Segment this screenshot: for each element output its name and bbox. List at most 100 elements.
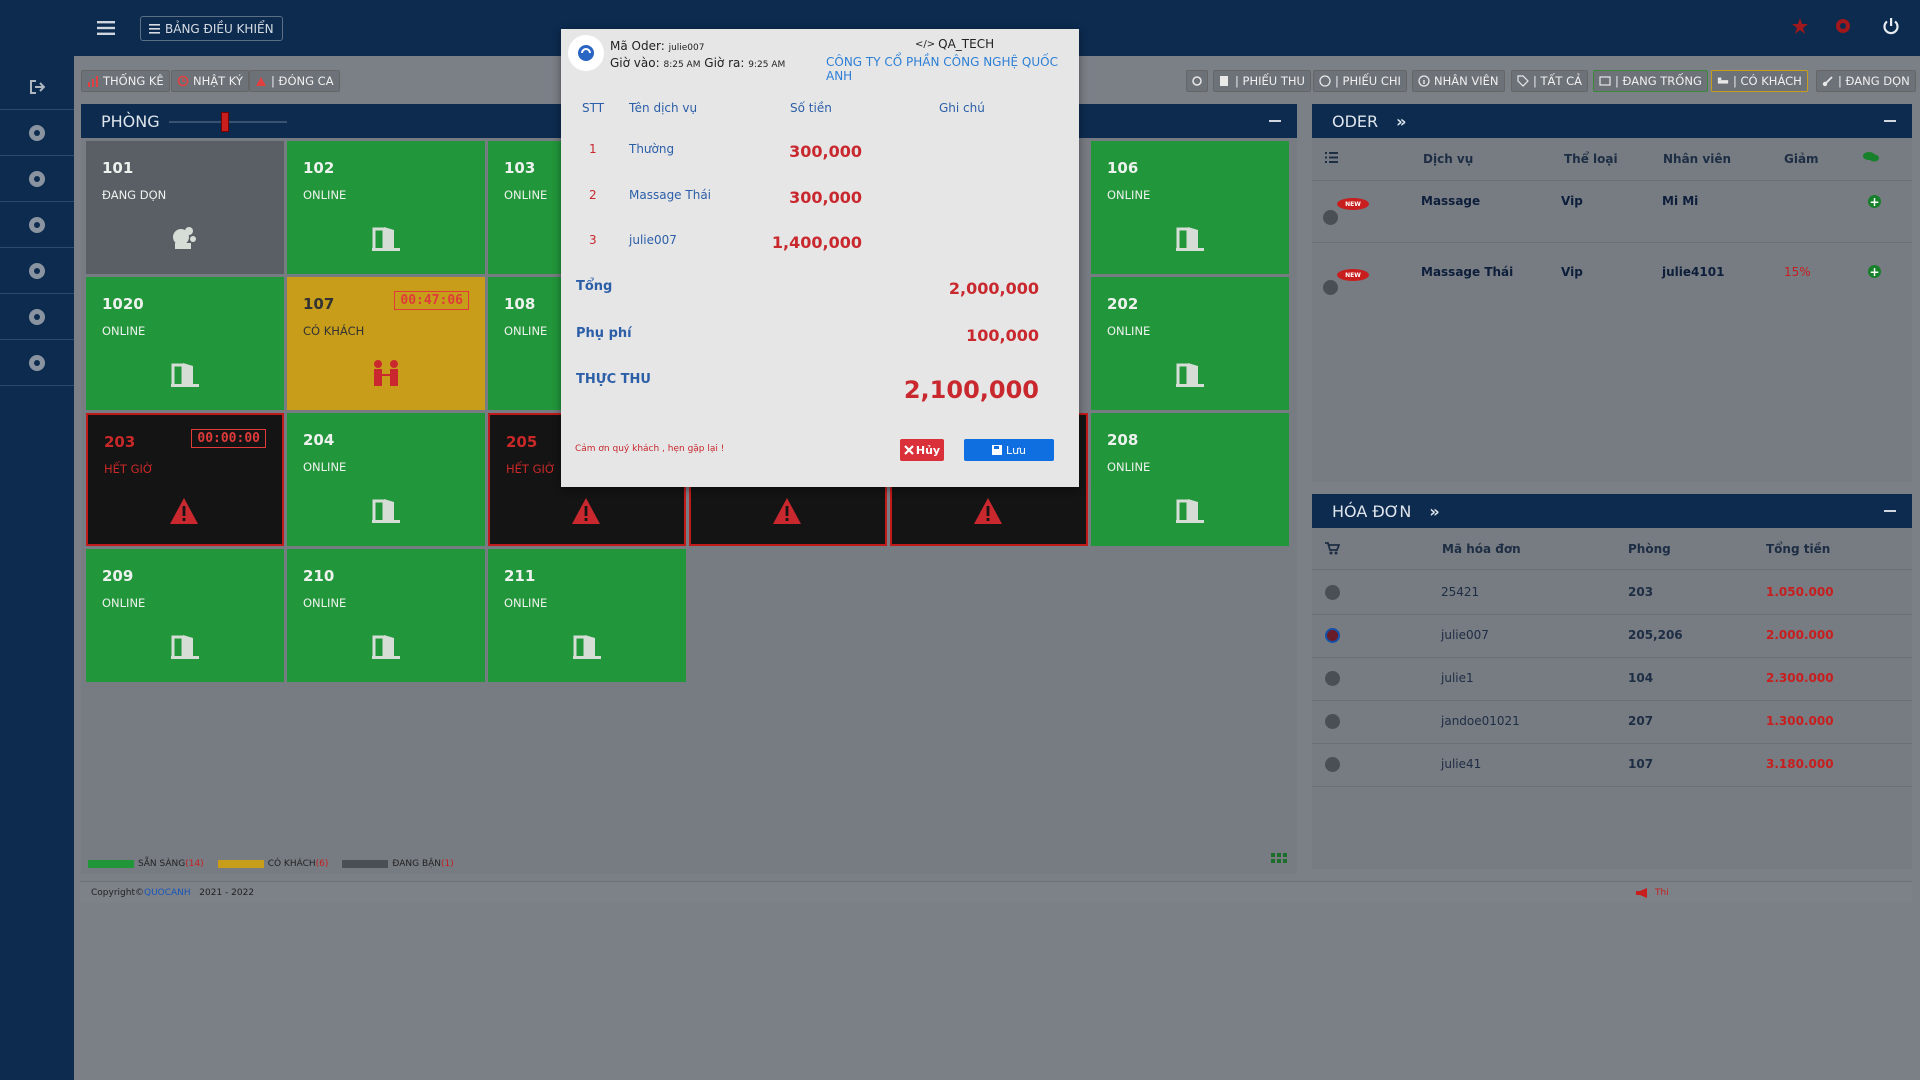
statistics-button[interactable]: THỐNG KÊ xyxy=(81,70,170,92)
close-shift-button[interactable]: | ĐÓNG CA xyxy=(249,70,340,92)
filter-occupied-button[interactable]: | CÓ KHÁCH xyxy=(1711,70,1808,92)
hamburger-menu-icon[interactable] xyxy=(96,18,116,38)
room-number: 202 xyxy=(1107,295,1139,313)
room-card[interactable]: 1020 ONLINE xyxy=(86,277,284,410)
rooms-panel-title: PHÒNG xyxy=(101,111,160,131)
row-radio[interactable] xyxy=(1323,280,1338,295)
chat-icon[interactable] xyxy=(1863,151,1879,163)
collapse-oder-icon[interactable] xyxy=(1884,120,1896,122)
broom-icon xyxy=(1822,75,1834,87)
room-status: ONLINE xyxy=(303,188,347,202)
expand-oder-icon[interactable]: » xyxy=(1396,112,1406,131)
legend-ready: SẴN SÀNG(14) xyxy=(88,859,204,869)
room-card[interactable]: 202 ONLINE xyxy=(1091,277,1289,410)
sidebar xyxy=(0,56,74,1080)
brand-link[interactable]: QUOCANH xyxy=(144,888,191,898)
compass-icon xyxy=(29,170,45,187)
history-icon xyxy=(177,75,189,87)
dashboard-button[interactable]: BẢNG ĐIỀU KHIỂN xyxy=(140,16,283,41)
fee-label: Phụ phí xyxy=(576,326,632,341)
door-open-icon xyxy=(1174,223,1206,253)
receipt-button[interactable]: | PHIẾU THU xyxy=(1213,70,1311,92)
filter-cleaning-button[interactable]: | ĐANG DỌN xyxy=(1816,70,1916,92)
room-status: ONLINE xyxy=(102,596,146,610)
sidebar-item-3[interactable] xyxy=(0,202,74,248)
room-card[interactable]: 203 HẾT GIỜ 00:00:00 xyxy=(86,413,284,546)
room-card[interactable]: 208 ONLINE xyxy=(1091,413,1289,546)
room-number: 203 xyxy=(104,433,136,451)
room-card[interactable]: 209 ONLINE xyxy=(86,549,284,682)
room-card[interactable]: 210 ONLINE xyxy=(287,549,485,682)
cleaning-hands-icon xyxy=(169,223,201,253)
save-button[interactable]: Lưu xyxy=(964,439,1054,461)
sidebar-item-1[interactable] xyxy=(0,110,74,156)
list-icon xyxy=(1325,152,1338,163)
expand-invoice-icon[interactable]: » xyxy=(1429,502,1439,521)
compass-icon xyxy=(29,354,45,371)
room-card[interactable]: 107 CÓ KHÁCH 00:47:06 xyxy=(287,277,485,410)
brand-line: </> QA_TECH xyxy=(915,37,995,51)
cancel-button[interactable]: Hủy xyxy=(900,439,944,461)
filter-all-button[interactable]: | TẤT CẢ xyxy=(1511,70,1588,92)
filter-empty-button[interactable]: | ĐANG TRỐNG xyxy=(1593,70,1708,92)
invoice-modal: Mã Oder: julie007 Giờ vào: 8:25 AM Giờ r… xyxy=(561,29,1079,487)
add-icon[interactable]: + xyxy=(1868,265,1881,278)
room-card[interactable]: 102 ONLINE xyxy=(287,141,485,274)
settings-icon[interactable] xyxy=(1831,14,1855,38)
log-button[interactable]: NHẬT KÝ xyxy=(171,70,249,92)
invoice-panel-header: HÓA ĐƠN » xyxy=(1312,494,1912,528)
refresh-button[interactable] xyxy=(1186,70,1208,92)
room-number: 101 xyxy=(102,159,134,177)
sidebar-item-4[interactable] xyxy=(0,248,74,294)
add-icon[interactable]: + xyxy=(1868,195,1881,208)
room-card[interactable]: 211 ONLINE xyxy=(488,549,686,682)
row-radio[interactable] xyxy=(1325,757,1340,772)
bar-chart-icon xyxy=(87,75,99,87)
room-card[interactable]: 106 ONLINE xyxy=(1091,141,1289,274)
room-status: ONLINE xyxy=(1107,324,1151,338)
room-card[interactable]: 204 ONLINE xyxy=(287,413,485,546)
door-open-icon xyxy=(370,223,402,253)
room-card[interactable]: 101 ĐANG DỌN xyxy=(86,141,284,274)
shift-icon xyxy=(255,75,267,87)
total-label: Tổng xyxy=(576,279,613,294)
order-code-line: Mã Oder: julie007 xyxy=(610,39,705,53)
close-icon xyxy=(904,445,914,455)
door-open-icon xyxy=(370,495,402,525)
collapse-invoice-icon[interactable] xyxy=(1884,510,1896,512)
legend-cleaning: ĐANG BẬN(1) xyxy=(342,859,454,869)
room-status: ONLINE xyxy=(504,324,548,338)
logout-icon[interactable] xyxy=(0,64,74,110)
compass-icon xyxy=(29,124,45,141)
flag-vn-icon[interactable] xyxy=(1788,14,1812,38)
net-label: THỰC THU xyxy=(576,372,651,387)
sidebar-item-2[interactable] xyxy=(0,156,74,202)
room-number: 107 xyxy=(303,295,335,313)
zoom-slider[interactable] xyxy=(169,112,287,132)
room-status: ONLINE xyxy=(504,596,548,610)
warning-icon xyxy=(571,497,603,527)
row-radio[interactable] xyxy=(1323,210,1338,225)
compass-icon xyxy=(29,216,45,233)
notice[interactable]: Thi xyxy=(1635,887,1669,898)
dashboard-label: BẢNG ĐIỀU KHIỂN xyxy=(165,21,274,36)
sidebar-item-5[interactable] xyxy=(0,294,74,340)
door-open-icon xyxy=(370,631,402,661)
slider-handle[interactable] xyxy=(221,112,229,132)
door-open-icon xyxy=(169,631,201,661)
save-icon xyxy=(991,445,1002,455)
row-radio[interactable] xyxy=(1325,628,1340,643)
time-line: Giờ vào: 8:25 AM Giờ ra: 9:25 AM xyxy=(610,56,786,70)
room-status: ONLINE xyxy=(1107,460,1151,474)
expense-button[interactable]: | PHIẾU CHI xyxy=(1313,70,1407,92)
room-number: 211 xyxy=(504,567,536,585)
staff-button[interactable]: NHÂN VIÊN xyxy=(1412,70,1505,92)
oder-panel-body: Dịch vụ Thể loại Nhân viên Giảm NEW Mass… xyxy=(1312,138,1912,482)
collapse-rooms-icon[interactable] xyxy=(1269,120,1281,122)
sidebar-item-6[interactable] xyxy=(0,340,74,386)
grid-view-icon[interactable] xyxy=(1271,853,1291,867)
row-radio[interactable] xyxy=(1325,585,1340,600)
row-radio[interactable] xyxy=(1325,671,1340,686)
row-radio[interactable] xyxy=(1325,714,1340,729)
power-icon[interactable] xyxy=(1879,14,1903,38)
